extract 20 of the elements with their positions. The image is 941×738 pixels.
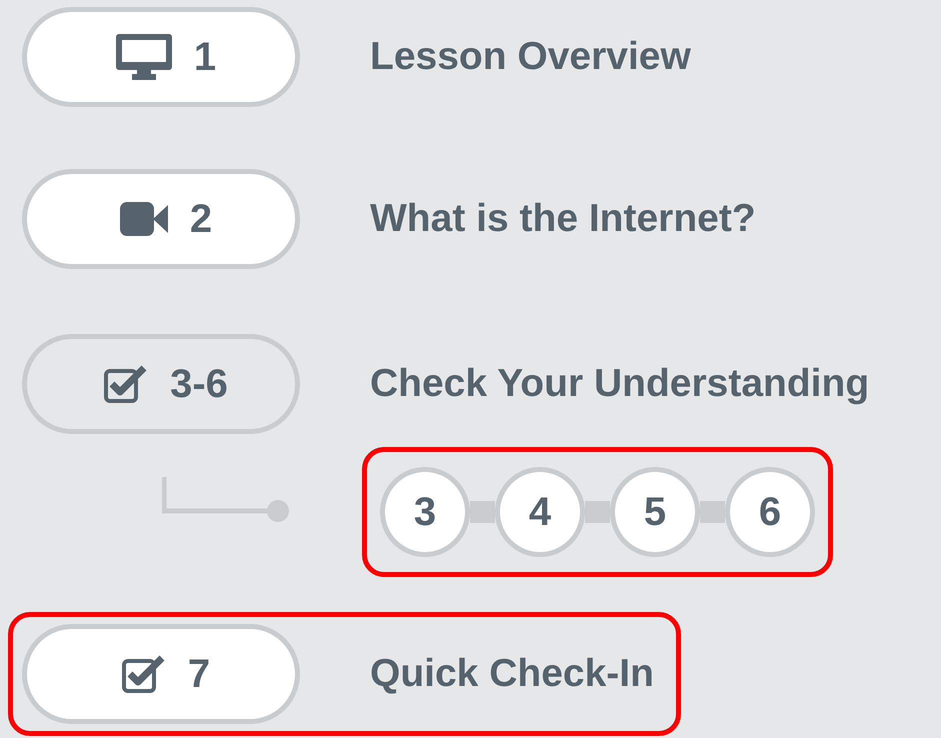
- lesson-title: What is the Internet?: [370, 197, 756, 241]
- monitor-icon: [116, 34, 172, 80]
- step-button[interactable]: 6: [725, 467, 815, 557]
- connector-bar: [585, 501, 610, 523]
- lesson-title: Lesson Overview: [370, 35, 691, 79]
- lesson-title: Check Your Understanding: [370, 362, 870, 406]
- connector-bar: [700, 501, 725, 523]
- tree-connector-icon: [162, 477, 292, 522]
- lesson-title: Quick Check-In: [370, 652, 654, 696]
- lesson-button[interactable]: 3-6: [22, 334, 300, 434]
- checkbox-icon: [122, 655, 166, 693]
- lesson-button[interactable]: 2: [22, 169, 300, 269]
- step-button[interactable]: 3: [380, 467, 470, 557]
- lesson-button[interactable]: 7: [22, 624, 300, 724]
- video-camera-icon: [120, 202, 168, 236]
- step-button[interactable]: 5: [610, 467, 700, 557]
- step-button[interactable]: 4: [495, 467, 585, 557]
- checkbox-icon: [104, 365, 148, 403]
- lesson-button[interactable]: 1: [22, 7, 300, 107]
- connector-bar: [470, 501, 495, 523]
